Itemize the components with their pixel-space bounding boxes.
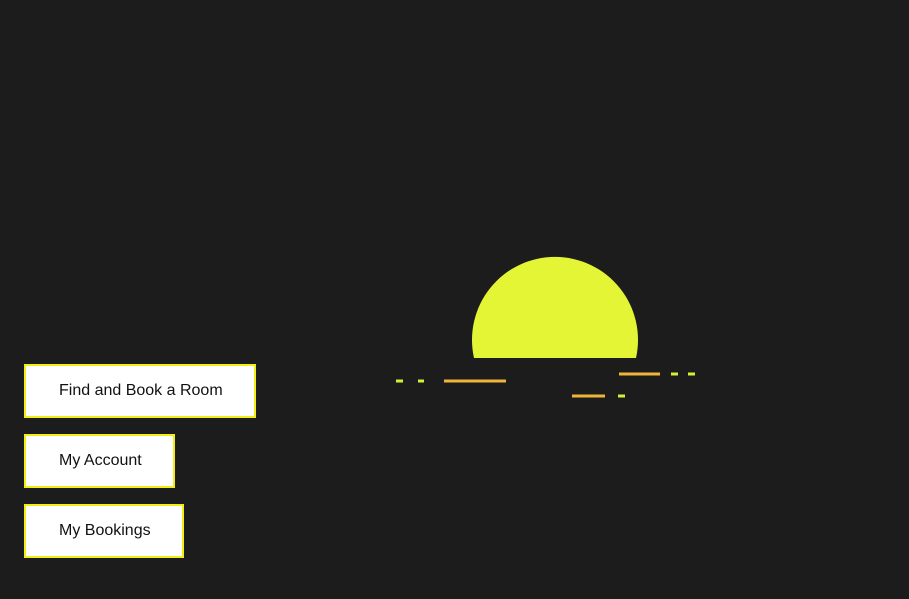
- find-and-book-room-button[interactable]: Find and Book a Room: [24, 364, 256, 418]
- water-reflection-lines: [396, 372, 695, 398]
- main-menu: Find and Book a Room My Account My Booki…: [24, 364, 256, 558]
- my-account-button[interactable]: My Account: [24, 434, 175, 488]
- sun-icon: [471, 256, 638, 358]
- landing-page: Find and Book a Room My Account My Booki…: [0, 0, 909, 599]
- my-bookings-button[interactable]: My Bookings: [24, 504, 184, 558]
